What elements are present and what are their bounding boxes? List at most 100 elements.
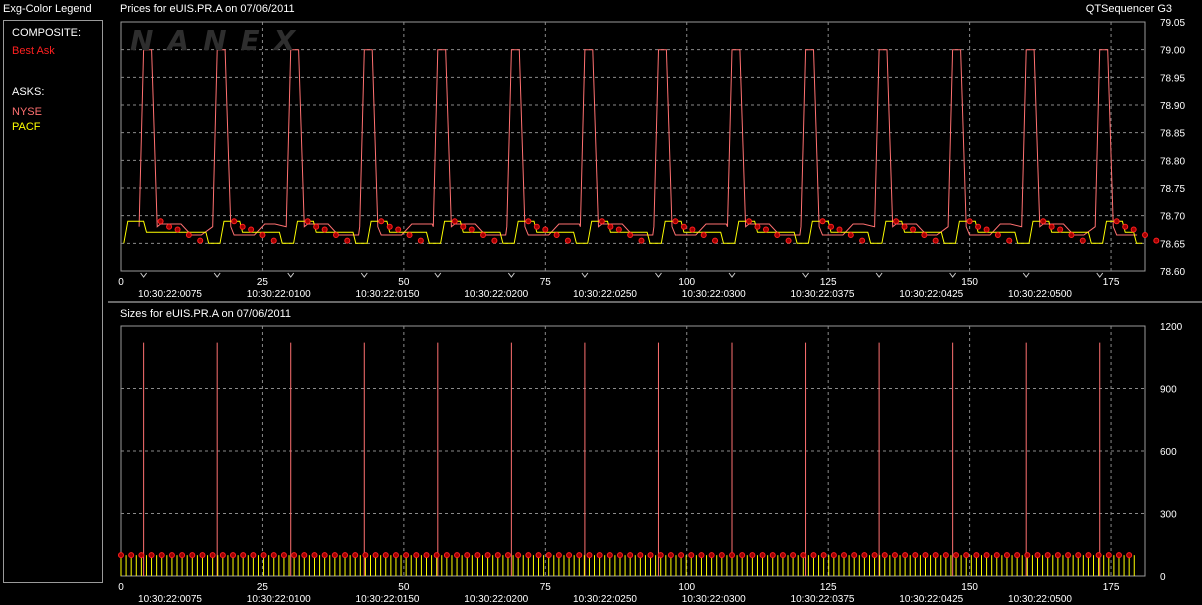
size-y-tick-label: 900 [1160, 385, 1177, 396]
price-y-tick-label: 78.65 [1160, 239, 1185, 250]
best-ask-marker [417, 237, 424, 244]
size-marker [1126, 552, 1133, 559]
best-ask-marker [1130, 226, 1137, 233]
size-marker [932, 552, 939, 559]
price-x-tick-label: 125 [820, 277, 837, 288]
size-marker [555, 552, 562, 559]
size-y-tick-label: 0 [1160, 572, 1166, 583]
size-marker [1075, 552, 1082, 559]
size-time-label: 10:30:22:0250 [573, 594, 637, 605]
price-x-tick-label: 25 [257, 277, 269, 288]
best-ask-marker [627, 232, 634, 239]
best-ask-marker [386, 223, 393, 230]
best-ask-marker [248, 226, 255, 233]
best-ask-marker [166, 223, 173, 230]
size-marker [199, 552, 206, 559]
size-time-label: 10:30:22:0200 [464, 594, 528, 605]
price-chevron-icon [802, 272, 809, 278]
price-y-tick-label: 78.60 [1160, 267, 1185, 278]
size-marker [280, 552, 287, 559]
price-chevron-icon [728, 272, 736, 278]
best-ask-marker [533, 223, 540, 230]
price-time-label: 10:30:22:0500 [1008, 289, 1072, 300]
price-chevron-icon [140, 272, 148, 278]
best-ask-marker [1048, 223, 1055, 230]
best-ask-marker [607, 223, 614, 230]
size-marker [209, 552, 216, 559]
size-x-tick-label: 100 [678, 582, 695, 593]
size-marker [749, 552, 756, 559]
best-ask-marker [975, 223, 982, 230]
best-ask-marker [468, 226, 475, 233]
size-marker [637, 552, 644, 559]
size-marker [362, 552, 369, 559]
size-marker [403, 552, 410, 559]
size-x-tick-label: 0 [118, 582, 124, 593]
size-marker [922, 552, 929, 559]
size-marker [179, 552, 186, 559]
price-time-label: 10:30:22:0100 [247, 289, 311, 300]
best-ask-marker [932, 237, 939, 244]
best-ask-marker [680, 223, 687, 230]
best-ask-marker [819, 218, 826, 225]
size-marker [718, 552, 725, 559]
best-ask-marker [174, 226, 181, 233]
best-ask-marker [480, 232, 487, 239]
chart-canvas[interactable]: 79.05 79.00 78.95 78.90 78.85 78.80 78.75 78.70… [0, 0, 1202, 605]
size-marker [606, 552, 613, 559]
size-marker [240, 552, 247, 559]
best-ask-marker [615, 226, 622, 233]
best-ask-marker [406, 232, 413, 239]
best-ask-marker [1153, 237, 1160, 244]
best-ask-marker [451, 218, 458, 225]
best-ask-marker [638, 237, 645, 244]
size-time-label: 10:30:22:0150 [356, 594, 420, 605]
price-x-tick-label: 0 [118, 277, 124, 288]
size-marker [301, 552, 308, 559]
size-marker [464, 552, 471, 559]
best-ask-marker [836, 226, 843, 233]
size-marker [881, 552, 888, 559]
size-marker [494, 552, 501, 559]
best-ask-marker [542, 226, 549, 233]
best-ask-marker [1122, 223, 1129, 230]
size-marker [973, 552, 980, 559]
size-marker [779, 552, 786, 559]
best-ask-marker [197, 237, 204, 244]
best-ask-marker [921, 232, 928, 239]
size-x-tick-label: 25 [257, 582, 269, 593]
size-marker [392, 552, 399, 559]
best-ask-marker [1142, 232, 1148, 239]
price-x-tick-label: 150 [961, 277, 978, 288]
size-marker [1034, 552, 1041, 559]
price-chevron-icon [875, 272, 883, 278]
price-chevron-icon [949, 272, 957, 278]
size-marker [759, 552, 766, 559]
best-ask-marker [1079, 237, 1086, 244]
price-chevron-icon [434, 272, 442, 278]
size-marker [657, 552, 664, 559]
price-x-tick-label: 175 [1103, 277, 1120, 288]
best-ask-marker [689, 226, 696, 233]
price-time-label: 10:30:22:0150 [356, 289, 420, 300]
size-marker [678, 552, 685, 559]
price-time-label: 10:30:22:0375 [791, 289, 855, 300]
best-ask-marker [859, 237, 866, 244]
best-ask-marker [157, 218, 164, 225]
price-y-tick-label: 78.90 [1160, 101, 1185, 112]
price-time-label: 10:30:22:0250 [573, 289, 637, 300]
size-marker [942, 552, 949, 559]
size-marker [1003, 552, 1010, 559]
size-marker [1115, 552, 1122, 559]
size-marker [810, 552, 817, 559]
best-ask-marker [332, 232, 339, 239]
best-ask-marker [828, 223, 835, 230]
best-ask-marker [762, 226, 769, 233]
size-marker [270, 552, 277, 559]
best-ask-marker [983, 226, 990, 233]
price-chevron-icon [360, 272, 368, 278]
size-marker [1065, 552, 1072, 559]
best-ask-marker [994, 232, 1001, 239]
price-y-tick-label: 78.95 [1160, 73, 1185, 84]
price-chevron-icon [581, 272, 589, 278]
